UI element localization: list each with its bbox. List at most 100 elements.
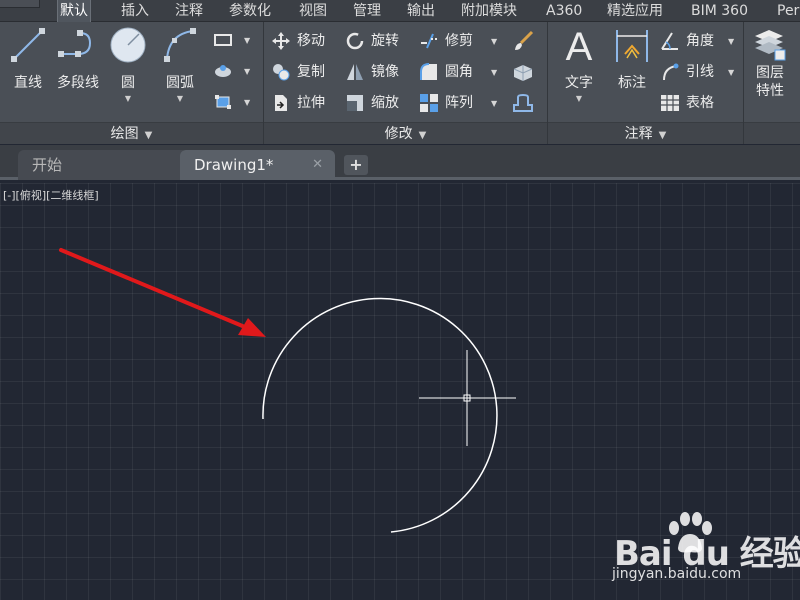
layer-properties-button[interactable]: 图层 特性 [748, 26, 792, 100]
copy-tool-button[interactable]: 复制 [271, 60, 325, 84]
polyline-tool-button[interactable]: 多段线 [52, 26, 104, 92]
array-icon [420, 94, 438, 112]
array-tool-label: 阵列 [445, 95, 473, 111]
rectangle-dropdown-arrow-icon[interactable]: ▼ [244, 36, 250, 45]
copy-tool-label: 复制 [297, 64, 325, 80]
layer-properties-label-line1: 图层 [756, 65, 784, 81]
leader-tool-label: 引线 [686, 64, 714, 80]
ribbon-tab-default[interactable]: 默认 [57, 0, 91, 22]
ribbon-tab-performance[interactable]: Per [777, 0, 799, 22]
draw-panel-title[interactable]: 绘图 ▼ [0, 122, 263, 144]
ribbon-tab-a360[interactable]: A360 [546, 0, 582, 22]
boundary-tool-button[interactable] [214, 90, 238, 114]
drawn-arc[interactable] [262, 297, 498, 533]
copy-icon [273, 64, 290, 81]
scale-tool-label: 缩放 [371, 95, 399, 111]
line-tool-button[interactable]: 直线 [8, 26, 48, 92]
modify-panel-title-text: 修改 [384, 126, 413, 142]
explode-tool-button[interactable] [512, 60, 540, 84]
tab-start[interactable]: 开始 [18, 150, 188, 180]
stretch-tool-button[interactable]: 拉伸 [271, 91, 325, 115]
tab-start-label: 开始 [32, 156, 63, 174]
ribbon-tab-addins[interactable]: 附加模块 [461, 0, 517, 22]
array-tool-button[interactable]: 阵列 [419, 91, 473, 115]
stretch-icon [275, 95, 287, 111]
tab-drawing1-label: Drawing1* [194, 156, 274, 174]
hatch-tool-button[interactable] [214, 59, 238, 83]
table-tool-label: 表格 [686, 95, 714, 111]
annotation-panel: A 文字 ▼ 标注 角度 ▼ 引线 ▼ 表格 注释 ▼ [548, 22, 744, 144]
annotation-panel-title[interactable]: 注释 ▼ [548, 122, 743, 144]
annotation-panel-title-text: 注释 [624, 126, 653, 142]
arc-dropdown-arrow-icon[interactable]: ▼ [160, 94, 200, 103]
boundary-dropdown-arrow-icon[interactable]: ▼ [244, 98, 250, 107]
new-tab-button[interactable]: + [344, 155, 368, 175]
move-tool-label: 移动 [297, 33, 325, 49]
ribbon: 直线 多段线 圆 ▼ 圆弧 ▼ ▼ ▼ ▼ 绘图 ▼ 移动 旋转 修剪 ▼ 复制… [0, 22, 800, 144]
annotation-panel-expand-icon: ▼ [658, 130, 667, 141]
ribbon-tab-manage[interactable]: 管理 [353, 0, 381, 22]
layers-panel-title[interactable] [744, 122, 800, 144]
ribbon-tab-featured-apps[interactable]: 精选应用 [607, 0, 663, 22]
array-dropdown-arrow-icon[interactable]: ▼ [491, 99, 497, 108]
leader-tool-button[interactable]: 引线 [660, 60, 714, 84]
fillet-dropdown-arrow-icon[interactable]: ▼ [491, 68, 497, 77]
arc-tool-button[interactable]: 圆弧 ▼ [160, 26, 200, 103]
line-tool-label: 直线 [14, 75, 42, 91]
annotation-arrow-icon [59, 248, 266, 337]
fillet-tool-button[interactable]: 圆角 [419, 60, 473, 84]
rotate-tool-button[interactable]: 旋转 [345, 29, 399, 53]
ribbon-tab-bim360[interactable]: BIM 360 [691, 0, 748, 22]
file-tab-bar: 开始 Drawing1* ✕ + [0, 145, 800, 180]
modify-panel-expand-icon: ▼ [418, 130, 427, 141]
svg-text:A: A [566, 26, 593, 66]
angle-tool-label: 角度 [686, 33, 714, 49]
arc-icon [164, 28, 196, 62]
angle-tool-button[interactable]: 角度 [660, 29, 714, 53]
text-icon: A [566, 26, 593, 66]
table-tool-button[interactable]: 表格 [660, 91, 714, 115]
offset-tool-button[interactable] [512, 91, 540, 115]
mirror-tool-button[interactable]: 镜像 [345, 60, 399, 84]
layers-panel: 图层 特性 [744, 22, 800, 144]
layer-properties-label-line2: 特性 [756, 83, 784, 99]
close-tab-icon[interactable]: ✕ [312, 150, 323, 180]
modify-panel: 移动 旋转 修剪 ▼ 复制 镜像 圆角 ▼ 拉伸 缩放 阵列 ▼ 修改 ▼ [264, 22, 548, 144]
trim-tool-label: 修剪 [445, 33, 473, 49]
modify-panel-title[interactable]: 修改 ▼ [264, 122, 547, 144]
angle-icon [661, 32, 678, 50]
rotate-icon [346, 32, 364, 50]
rotate-tool-label: 旋转 [371, 33, 399, 49]
trim-tool-button[interactable]: 修剪 [419, 29, 473, 53]
trim-dropdown-arrow-icon[interactable]: ▼ [491, 37, 497, 46]
scale-tool-button[interactable]: 缩放 [345, 91, 399, 115]
draw-panel-expand-icon: ▼ [144, 130, 153, 141]
hatch-dropdown-arrow-icon[interactable]: ▼ [244, 67, 250, 76]
application-menu-button[interactable] [0, 0, 40, 8]
text-tool-button[interactable]: A 文字 ▼ [560, 26, 598, 103]
erase-tool-button[interactable] [512, 29, 540, 53]
mirror-icon [347, 64, 363, 80]
move-tool-button[interactable]: 移动 [271, 29, 325, 53]
circle-dropdown-arrow-icon[interactable]: ▼ [108, 94, 148, 103]
ribbon-tab-view[interactable]: 视图 [299, 0, 327, 22]
leader-dropdown-arrow-icon[interactable]: ▼ [728, 68, 734, 77]
rectangle-tool-button[interactable] [214, 28, 238, 52]
dimension-tool-button[interactable]: 标注 [612, 26, 652, 92]
ribbon-tab-parametric[interactable]: 参数化 [229, 0, 271, 22]
table-icon [661, 95, 679, 111]
ribbon-tab-output[interactable]: 输出 [407, 0, 435, 22]
ribbon-tab-insert[interactable]: 插入 [121, 0, 149, 22]
angle-dropdown-arrow-icon[interactable]: ▼ [728, 37, 734, 46]
boundary-icon [215, 95, 231, 109]
rectangle-icon [214, 34, 232, 46]
cube-icon [513, 65, 533, 81]
offset-icon [513, 93, 533, 112]
text-dropdown-arrow-icon[interactable]: ▼ [560, 94, 598, 103]
hatch-icon [215, 65, 231, 77]
circle-tool-button[interactable]: 圆 ▼ [108, 26, 148, 103]
ribbon-tab-annotate[interactable]: 注释 [175, 0, 203, 22]
stretch-tool-label: 拉伸 [297, 95, 325, 111]
circle-icon [110, 27, 146, 63]
tab-drawing1[interactable]: Drawing1* ✕ [180, 150, 335, 180]
